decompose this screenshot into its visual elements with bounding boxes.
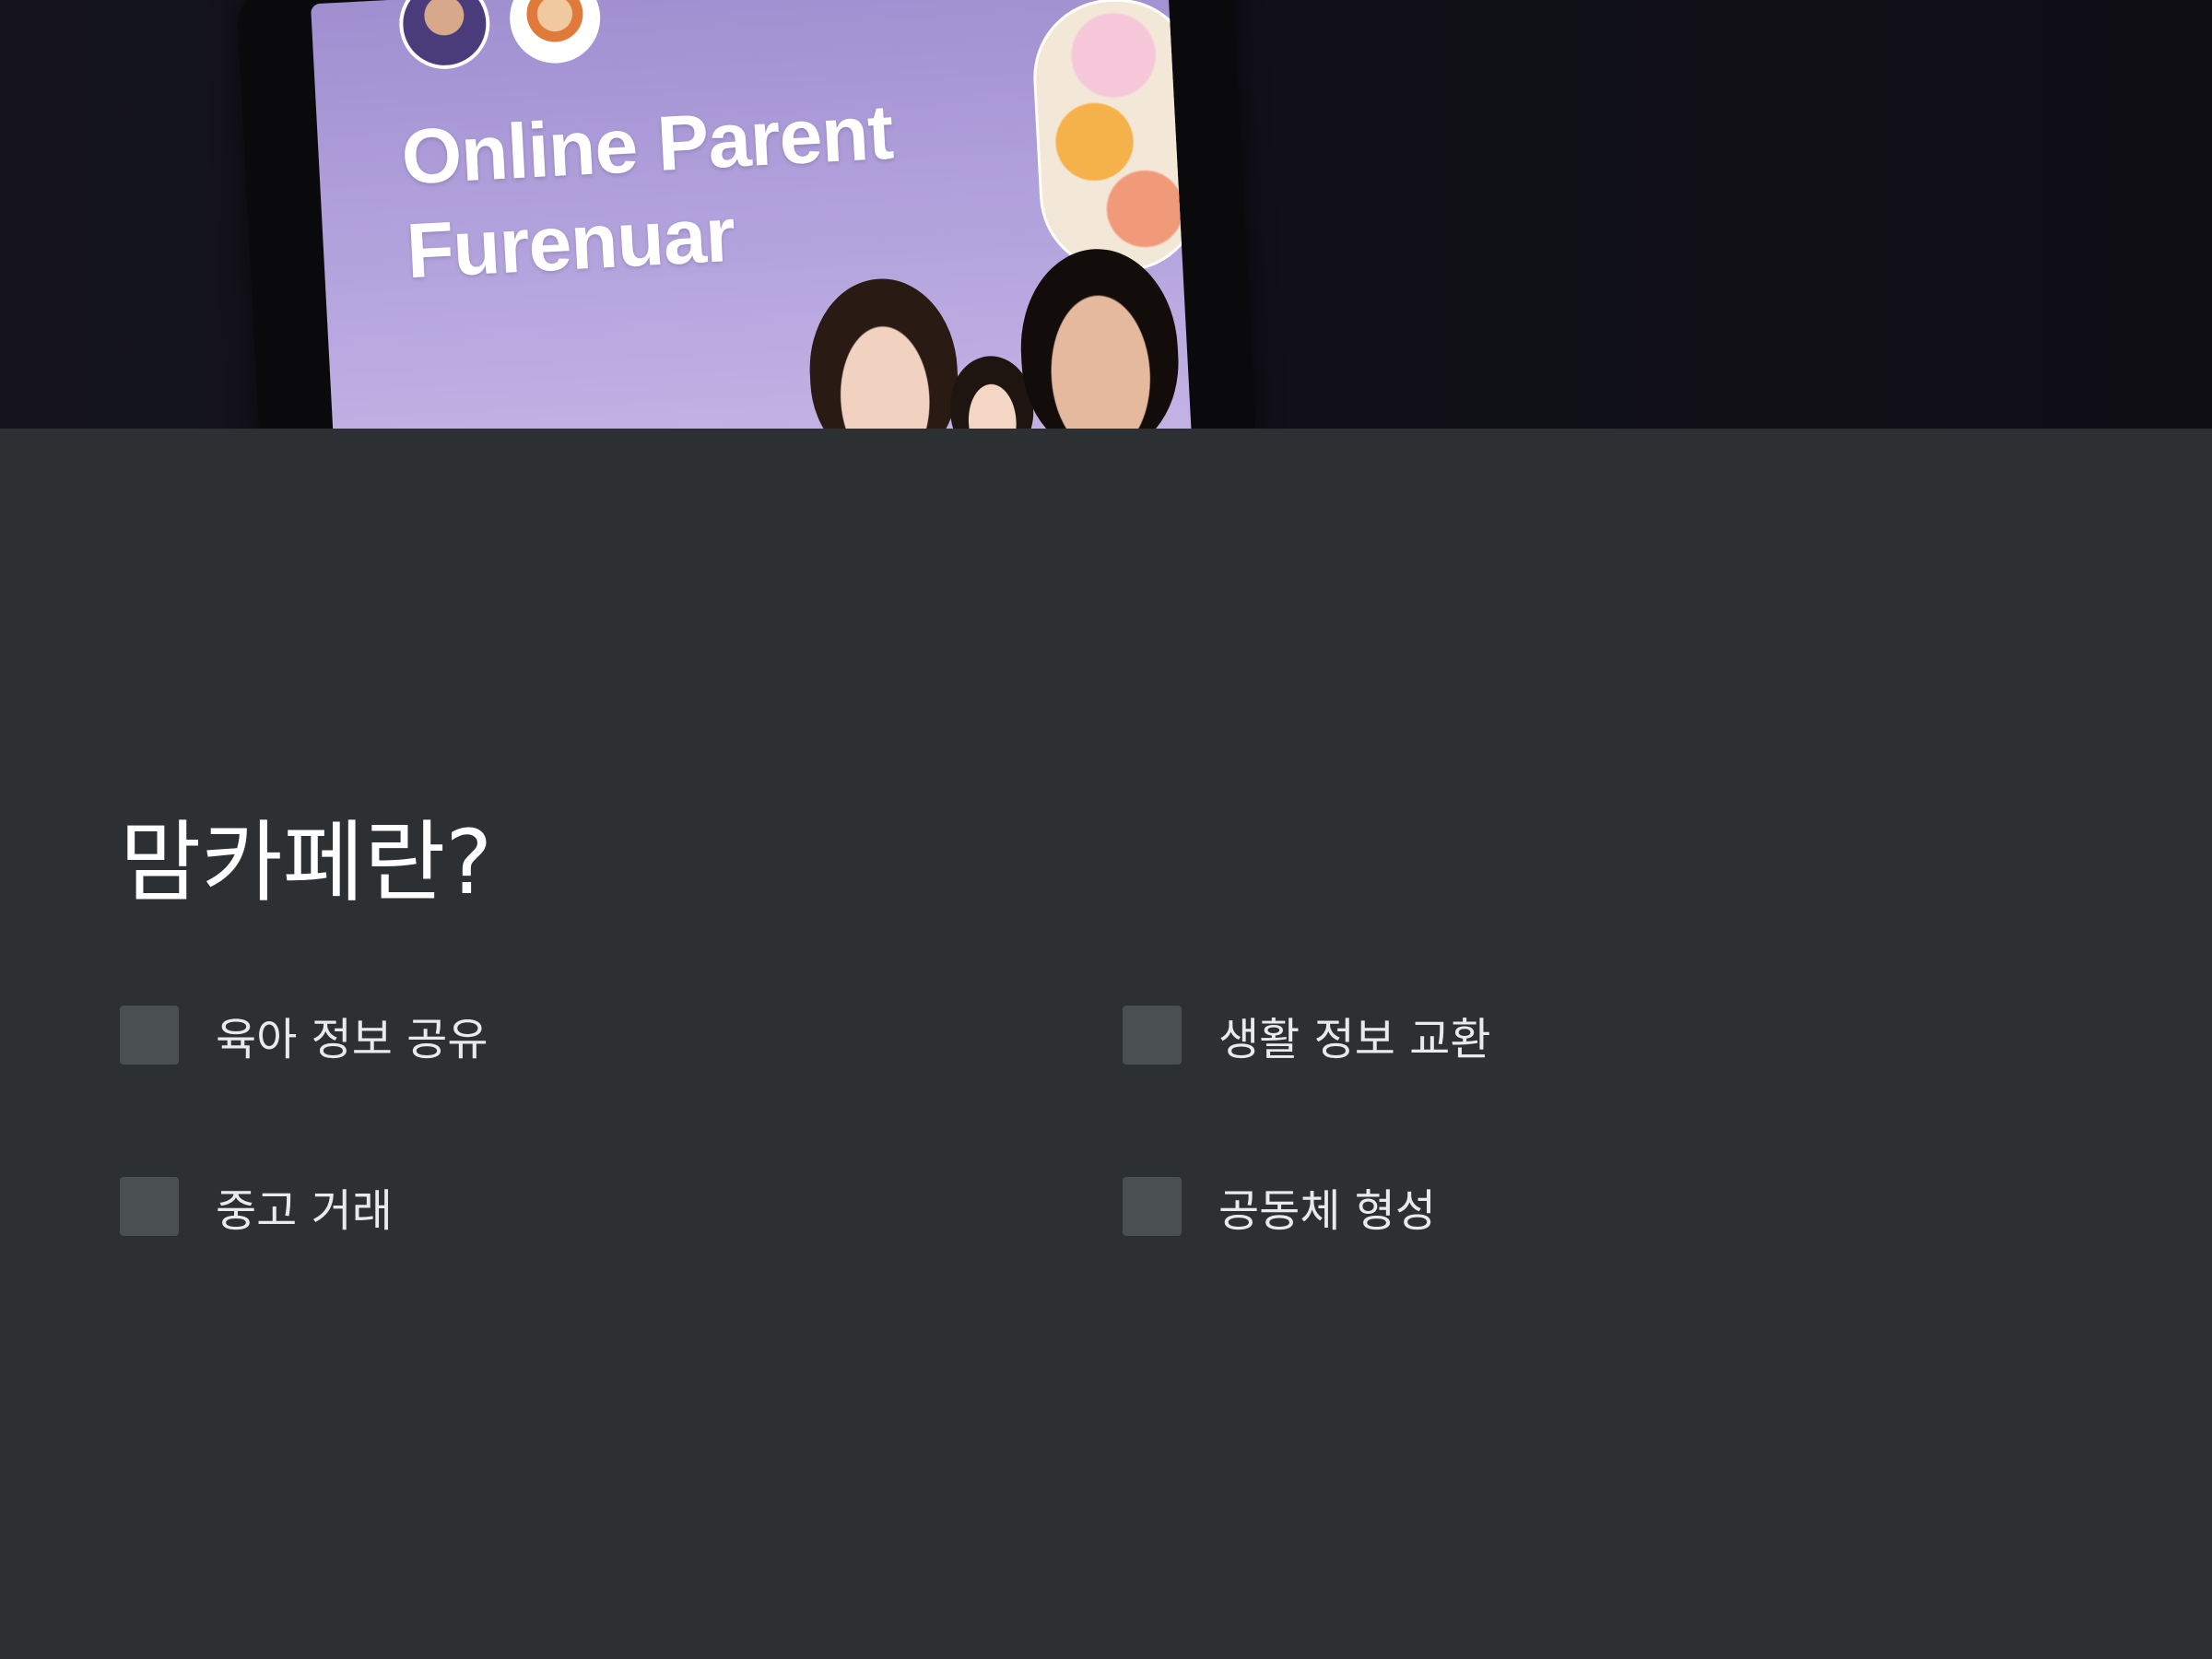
list-item[interactable]: 생활 정보 교환	[1123, 1005, 1490, 1065]
phone-mockup: Online Parent Furenuar	[236, 0, 1257, 429]
father-figure	[1016, 244, 1183, 429]
mother-figure	[805, 275, 962, 429]
hero-image: Online Parent Furenuar	[0, 0, 2212, 429]
checkbox[interactable]	[1123, 1006, 1182, 1065]
list-item[interactable]: 중고 거래	[120, 1176, 393, 1237]
content-section: 맘카페란? 육아 정보 공유 생활 정보 교환 중고 거래 공동체 형성	[0, 429, 2212, 1659]
list-item[interactable]: 육아 정보 공유	[120, 1005, 488, 1065]
list-item-label: 생활 정보 교환	[1218, 1014, 1491, 1065]
list-item[interactable]: 공동체 형성	[1123, 1176, 1436, 1237]
list-item-label: 육아 정보 공유	[216, 1014, 488, 1065]
phone-screen-title: Online Parent Furenuar	[399, 85, 900, 299]
checkbox[interactable]	[1123, 1177, 1182, 1236]
phone-screen: Online Parent Furenuar	[311, 0, 1194, 429]
list-item-label: 공동체 형성	[1218, 1185, 1437, 1237]
sticker-illustration	[1030, 0, 1194, 276]
avatar	[396, 0, 492, 72]
avatar	[507, 0, 603, 66]
family-photo	[805, 244, 1194, 429]
checkbox[interactable]	[120, 1006, 179, 1065]
section-heading: 맘카페란?	[120, 811, 493, 914]
list-item-label: 중고 거래	[216, 1185, 393, 1237]
checkbox[interactable]	[120, 1177, 179, 1236]
